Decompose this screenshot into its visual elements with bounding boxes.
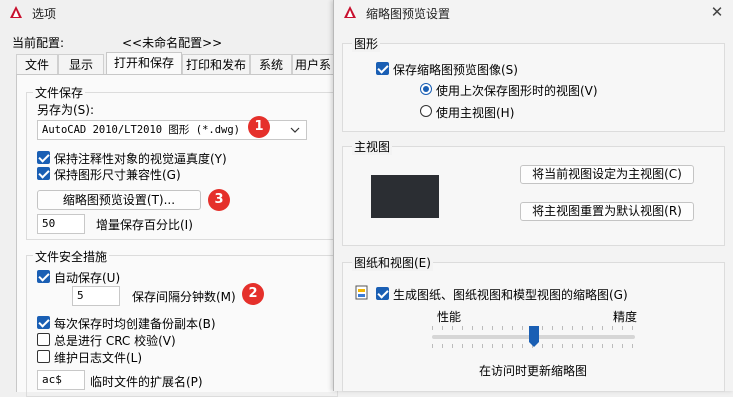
drawing-size-label: 保持图形尺寸兼容性(G) [54,168,181,182]
thumbnail-title: 缩略图预览设置 [366,7,451,21]
close-icon[interactable]: ✕ [708,3,726,21]
reset-home-button[interactable]: 将主视图重置为默认视图(R) [520,202,694,221]
generate-thumbnails-checkbox[interactable] [376,287,389,300]
home-view-preview [371,175,439,218]
set-current-home-button[interactable]: 将当前视图设定为主视图(C) [520,165,694,184]
profile-label: 当前配置: [12,36,65,50]
slider-caption: 在访问时更新缩略图 [479,364,588,378]
increment-save-input[interactable]: 50 [37,214,85,234]
profile-value: <<未命名配置>> [122,36,223,50]
annotative-fidelity-label: 保持注释性对象的视觉逼真度(Y) [54,152,227,166]
backup-copy-label: 每次保存时均创建备份副本(B) [54,317,216,331]
tab-display[interactable]: 显示 [58,54,104,74]
save-preview-label: 保存缩略图预览图像(S) [393,63,518,77]
tab-open-save[interactable]: 打开和保存 [106,52,182,75]
home-view-label: 使用主视图(H) [436,106,515,120]
temp-extension-input[interactable]: ac$ [37,370,85,390]
increment-save-label: 增量保存百分比(I) [96,218,193,232]
callout-badge-1: 1 [248,116,270,138]
tab-files[interactable]: 文件 [16,54,58,74]
options-dialog: 选项 当前配置: <<未命名配置>> 文件 显示 打开和保存 打印和发布 系统 … [0,0,338,397]
annotative-fidelity-checkbox[interactable] [37,151,50,164]
tab-system[interactable]: 系统 [250,54,292,74]
temp-extension-label: 临时文件的扩展名(P) [90,375,203,389]
callout-badge-2: 2 [242,283,264,305]
drawing-size-checkbox[interactable] [37,167,50,180]
autocad-logo-icon [10,6,22,18]
callout-badge-3: 3 [208,189,230,211]
backup-copy-checkbox[interactable] [37,316,50,329]
last-view-radio[interactable] [420,83,432,95]
tab-user-system[interactable]: 用户系 [292,54,334,74]
autosave-checkbox[interactable] [37,270,50,283]
thumbnail-quality-slider[interactable] [432,322,635,352]
graphics-group-title: 图形 [352,35,381,52]
last-view-label: 使用上次保存图形时的视图(V) [436,84,598,98]
autocad-logo-icon [344,6,356,18]
autosave-minutes-label: 保存间隔分钟数(M) [132,290,236,304]
home-view-group-title: 主视图 [352,138,393,155]
file-safety-group-title: 文件安全措施 [33,248,110,265]
save-as-value: AutoCAD 2010/LT2010 图形 (*.dwg) [42,124,241,136]
generate-thumbnails-label: 生成图纸、图纸视图和模型视图的缩略图(G) [393,288,628,302]
slider-thumb[interactable] [528,326,540,348]
file-save-group-title: 文件保存 [33,84,86,101]
chevron-down-icon [290,127,300,133]
log-file-checkbox[interactable] [37,350,50,363]
crc-check-label: 总是进行 CRC 校验(V) [54,334,176,348]
save-as-label: 另存为(S): [37,103,95,117]
home-view-radio[interactable] [420,105,432,117]
autosave-label: 自动保存(U) [54,271,121,285]
options-title: 选项 [32,7,57,21]
sheets-views-group-title: 图纸和视图(E) [352,254,433,271]
tab-plot-publish[interactable]: 打印和发布 [182,54,250,74]
sheet-set-icon [355,285,368,300]
thumbnail-settings-button[interactable]: 缩略图预览设置(T)... [37,190,201,210]
autosave-minutes-input[interactable]: 5 [72,286,120,306]
crc-check-checkbox[interactable] [37,333,50,346]
log-file-label: 维护日志文件(L) [54,351,143,365]
thumbnail-titlebar: 缩略图预览设置 ✕ [334,0,733,26]
options-titlebar: 选项 [0,0,333,26]
save-preview-checkbox[interactable] [376,62,389,75]
thumbnail-settings-dialog: 缩略图预览设置 ✕ 图形 保存缩略图预览图像(S) 使用上次保存图形时的视图(V… [333,0,733,392]
